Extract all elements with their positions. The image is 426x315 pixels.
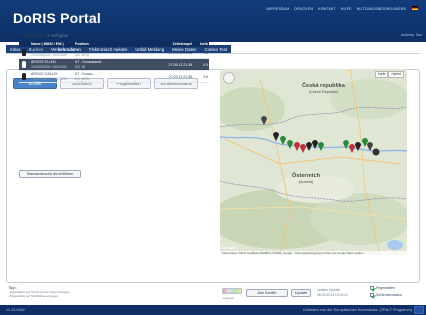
ship-table: Name ( MMSI / ENI ) Position Zeitstempel… xyxy=(19,41,209,83)
ship-icon xyxy=(22,49,26,56)
marker-icon[interactable] xyxy=(349,144,355,153)
column-header-timestamp[interactable]: Zeitstempel xyxy=(146,42,192,46)
checkbox-checked-icon[interactable] xyxy=(370,286,374,290)
legend-caption: Legende xyxy=(223,296,234,300)
marker-icon[interactable] xyxy=(261,116,267,125)
ship-list-title: Schiffsliste - 3 verfügbar xyxy=(21,33,68,38)
top-link-kontakt[interactable]: KONTAKT xyxy=(318,7,336,11)
checkbox-checked-icon[interactable] xyxy=(370,293,374,297)
top-link-drucken[interactable]: DRUCKEN xyxy=(294,7,313,11)
language-flag-icon[interactable] xyxy=(412,6,418,10)
column-header-position[interactable]: Position xyxy=(75,42,146,46)
marker-icon[interactable] xyxy=(372,148,380,156)
column-header-speed[interactable]: km/h xyxy=(192,42,209,46)
legend-swatch[interactable] xyxy=(222,288,242,294)
eu-flag-icon xyxy=(414,306,424,314)
ship-timestamp: 27.09.13 21:38 xyxy=(168,50,192,55)
checkbox-label: Schleusenstatus xyxy=(376,293,402,297)
top-link-hilfe[interactable]: HILFE xyxy=(341,7,352,11)
version-label: v1.13.4652 xyxy=(6,308,25,312)
ship-ids: 2033000003 / 8001003 xyxy=(31,76,68,81)
marker-icon[interactable] xyxy=(355,142,361,151)
marker-icon[interactable] xyxy=(280,136,286,145)
ship-icon xyxy=(22,61,26,68)
ship-ids: 2033000002 / 8001002 xyxy=(31,64,68,69)
app-logo[interactable]: DoRIS Portal xyxy=(13,10,101,26)
ship-position-km: DO 1878 xyxy=(75,76,90,81)
table-row[interactable]: ARGOS GALLIO 2033000001 / 8001000 AT - D… xyxy=(19,47,209,59)
marker-icon[interactable] xyxy=(300,144,306,153)
ship-speed: 3.8 xyxy=(203,50,208,55)
update-info-time: 08.03.2014 15:42:01 xyxy=(317,292,349,297)
marker-icon[interactable] xyxy=(294,142,300,151)
ship-ids: 2033000001 / 8001000 xyxy=(31,52,68,57)
marker-icon[interactable] xyxy=(343,140,349,149)
column-header-name[interactable]: Name ( MMSI / ENI ) xyxy=(19,42,75,46)
marker-icon[interactable] xyxy=(306,142,312,151)
ship-timestamp: 27.09.13 21:38 xyxy=(168,62,192,67)
ship-position-km: DO 1878 xyxy=(75,52,90,57)
checkbox-schleusenstatus[interactable]: Schleusenstatus xyxy=(370,293,402,297)
ship-markers xyxy=(261,116,380,156)
top-link-impressum[interactable]: IMPRESSUM xyxy=(266,7,289,11)
update-info: Letztes Update 08.03.2014 15:42:01 xyxy=(317,288,348,297)
update-button[interactable]: Update xyxy=(291,289,311,297)
standard-search-button[interactable]: Standardsuche durchführen xyxy=(19,170,81,178)
checkbox-label: Pegelstellen xyxy=(376,286,396,290)
table-row[interactable]: ARGOS GALLIO 2033000003 / 8001003 AT - D… xyxy=(19,71,209,83)
marker-icon[interactable] xyxy=(273,132,279,141)
all-ships-button[interactable]: Alle Schiffe xyxy=(246,289,288,297)
app-window: DoRIS Portal IMPRESSUM DRUCKEN KONTAKT H… xyxy=(0,0,426,315)
map-attribution: Kartendaten ©2013 GeoBasis-DE/BKG (©2009… xyxy=(220,251,407,255)
ship-position-km: DO 18 xyxy=(75,64,86,69)
marker-icon[interactable] xyxy=(318,142,324,151)
footer-bar: v1.13.4652 Gefördert von der Europäische… xyxy=(0,305,426,315)
tip-line: - Doppelklick auf Schiffsliste anzeigen xyxy=(8,294,59,298)
ship-list-heading: Schiffsliste xyxy=(21,33,44,38)
checkbox-pegelstellen[interactable]: Pegelstellen xyxy=(370,286,395,290)
top-link-nutzungsbedingungen[interactable]: NUTZUNGSBEDINGUNGEN xyxy=(357,7,406,11)
user-name: Andreas, Sus xyxy=(400,33,422,37)
ship-speed: 3.8 xyxy=(203,74,208,79)
marker-icon[interactable] xyxy=(312,140,318,149)
google-logo: Google xyxy=(222,245,236,250)
funding-note: Gefördert von der Europäischen Kommissio… xyxy=(302,308,412,312)
ship-timestamp: 27.09.13 21:38 xyxy=(168,74,192,79)
marker-icon[interactable] xyxy=(367,142,373,151)
ship-map[interactable]: Karte Hybrid Česká republika (Czech Repu… xyxy=(220,69,407,255)
ship-speed: 0.0 xyxy=(203,62,208,67)
marker-icon[interactable] xyxy=(287,140,293,149)
marker-icon[interactable] xyxy=(362,138,368,147)
ship-list-count: - 3 verfügbar xyxy=(44,33,69,38)
ship-icon xyxy=(22,73,26,80)
top-links: IMPRESSUM DRUCKEN KONTAKT HILFE NUTZUNGS… xyxy=(266,7,406,11)
table-row-selected[interactable]: ARGOS ELLEN 2033000002 / 8001002 AT - Do… xyxy=(19,59,209,71)
